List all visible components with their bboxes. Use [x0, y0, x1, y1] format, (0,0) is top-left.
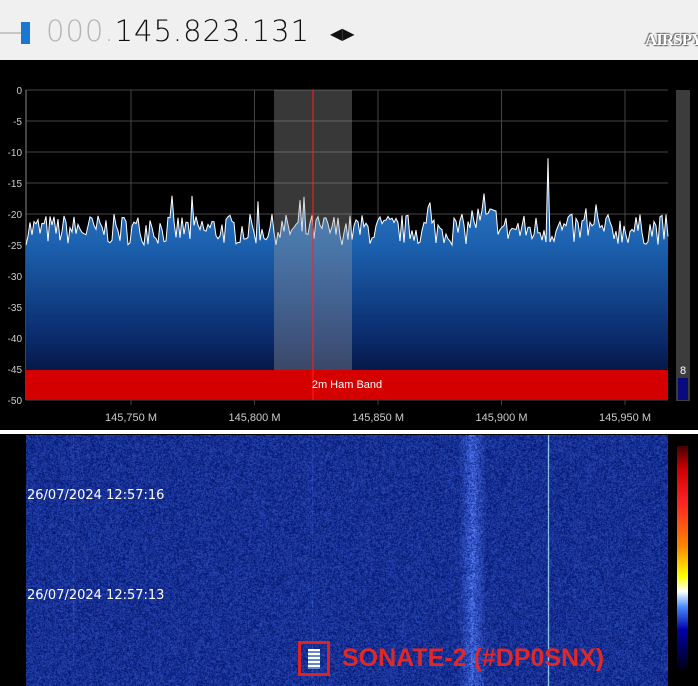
band-label: 2m Ham Band: [312, 379, 382, 391]
y-tick-label: -20: [8, 210, 23, 221]
signal-annotation: SONATE-2 (#DP0SNX): [342, 644, 605, 672]
divider[interactable]: [0, 430, 698, 434]
x-tick-label: 145,900 M: [476, 412, 528, 424]
y-tick-label: -40: [8, 334, 23, 345]
waterfall-color-scale: [677, 446, 688, 670]
waterfall-timestamp: 26/07/2024 12:57:13: [27, 588, 165, 603]
x-tick-label: 145,850 M: [352, 412, 404, 424]
y-tick-label: -5: [13, 117, 22, 128]
y-tick-label: -15: [8, 179, 23, 190]
y-tick-label: -30: [8, 272, 23, 283]
level-meter-fill: [678, 378, 688, 400]
airspy-logo: AIRSPY: [645, 30, 698, 49]
x-tick-label: 145,950 M: [599, 412, 651, 424]
toolbar: 000.145.823.131 ◀▶ AIRSPY: [0, 0, 698, 60]
y-tick-label: -10: [8, 148, 23, 159]
spectrum-plot[interactable]: 2m Ham Band 0 -5 -10 -15 -20 -25 -30 -35 -40 -45 -…: [0, 60, 698, 430]
y-tick-label: -50: [8, 396, 23, 407]
x-tick-label: 145,800 M: [229, 412, 281, 424]
y-tick-label: -45: [8, 365, 23, 376]
frequency-value[interactable]: 145.823.131: [115, 14, 311, 48]
tune-arrows-icon[interactable]: ◀▶: [330, 24, 355, 44]
gain-slider-track[interactable]: [0, 32, 22, 34]
frequency-display[interactable]: 000.145.823.131: [46, 14, 310, 48]
gain-slider-handle[interactable]: [21, 22, 30, 44]
y-tick-label: -35: [8, 303, 23, 314]
frequency-prefix: 000.: [46, 14, 115, 48]
level-meter: [676, 90, 690, 401]
y-tick-label: -25: [8, 241, 23, 252]
y-tick-label: 0: [16, 86, 22, 97]
waterfall-timestamp: 26/07/2024 12:57:16: [27, 488, 165, 503]
satellite-image-icon: [308, 649, 320, 669]
x-tick-label: 145,750 M: [105, 412, 157, 424]
level-value: 8: [680, 365, 686, 377]
